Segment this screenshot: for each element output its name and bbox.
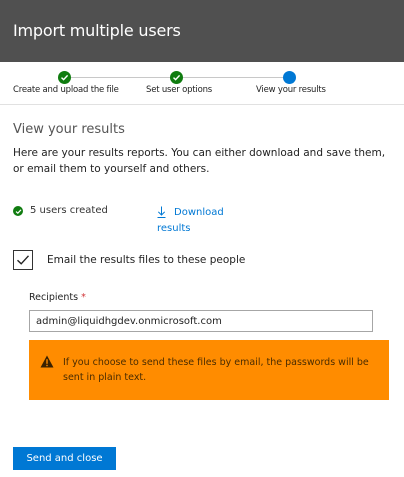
step-2-label: Set user options [146, 85, 213, 95]
step-connector [71, 77, 177, 78]
plain-text-warning: If you choose to send these files by ema… [29, 340, 389, 400]
recipients-label-text: Recipients [29, 292, 79, 303]
step-2-checkmark-icon [170, 71, 183, 84]
email-results-checkbox[interactable] [13, 250, 33, 270]
step-1-checkmark-icon [58, 71, 71, 84]
recipients-input[interactable] [29, 310, 373, 332]
status-text: 5 users created [30, 205, 108, 216]
step-1-label: Create and upload the file [13, 85, 119, 95]
warning-triangle-icon [40, 355, 54, 368]
download-results-link[interactable]: Download results [157, 205, 237, 237]
step-3-current-dot [283, 71, 296, 84]
success-checkmark-icon [13, 206, 23, 216]
results-description: Here are your results reports. You can e… [13, 147, 386, 175]
step-3-label: View your results [256, 85, 326, 95]
checkmark-icon [17, 255, 30, 265]
download-link-line2[interactable]: results [157, 221, 237, 237]
panel-title: Import multiple users [13, 21, 181, 40]
download-link-line1[interactable]: Download [157, 205, 237, 221]
step-connector [183, 77, 285, 78]
section-title: View your results [13, 122, 125, 137]
progress-stepper: Create and upload the file Set user opti… [0, 62, 404, 105]
email-results-checkbox-label[interactable]: Email the results files to these people [47, 254, 245, 266]
warning-text: If you choose to send these files by ema… [63, 357, 369, 383]
panel-header: Import multiple users [0, 0, 404, 62]
recipients-label: Recipients * [29, 292, 86, 303]
required-indicator: * [81, 292, 86, 303]
send-and-close-button[interactable]: Send and close [13, 447, 116, 470]
download-arrow-icon [157, 206, 166, 218]
